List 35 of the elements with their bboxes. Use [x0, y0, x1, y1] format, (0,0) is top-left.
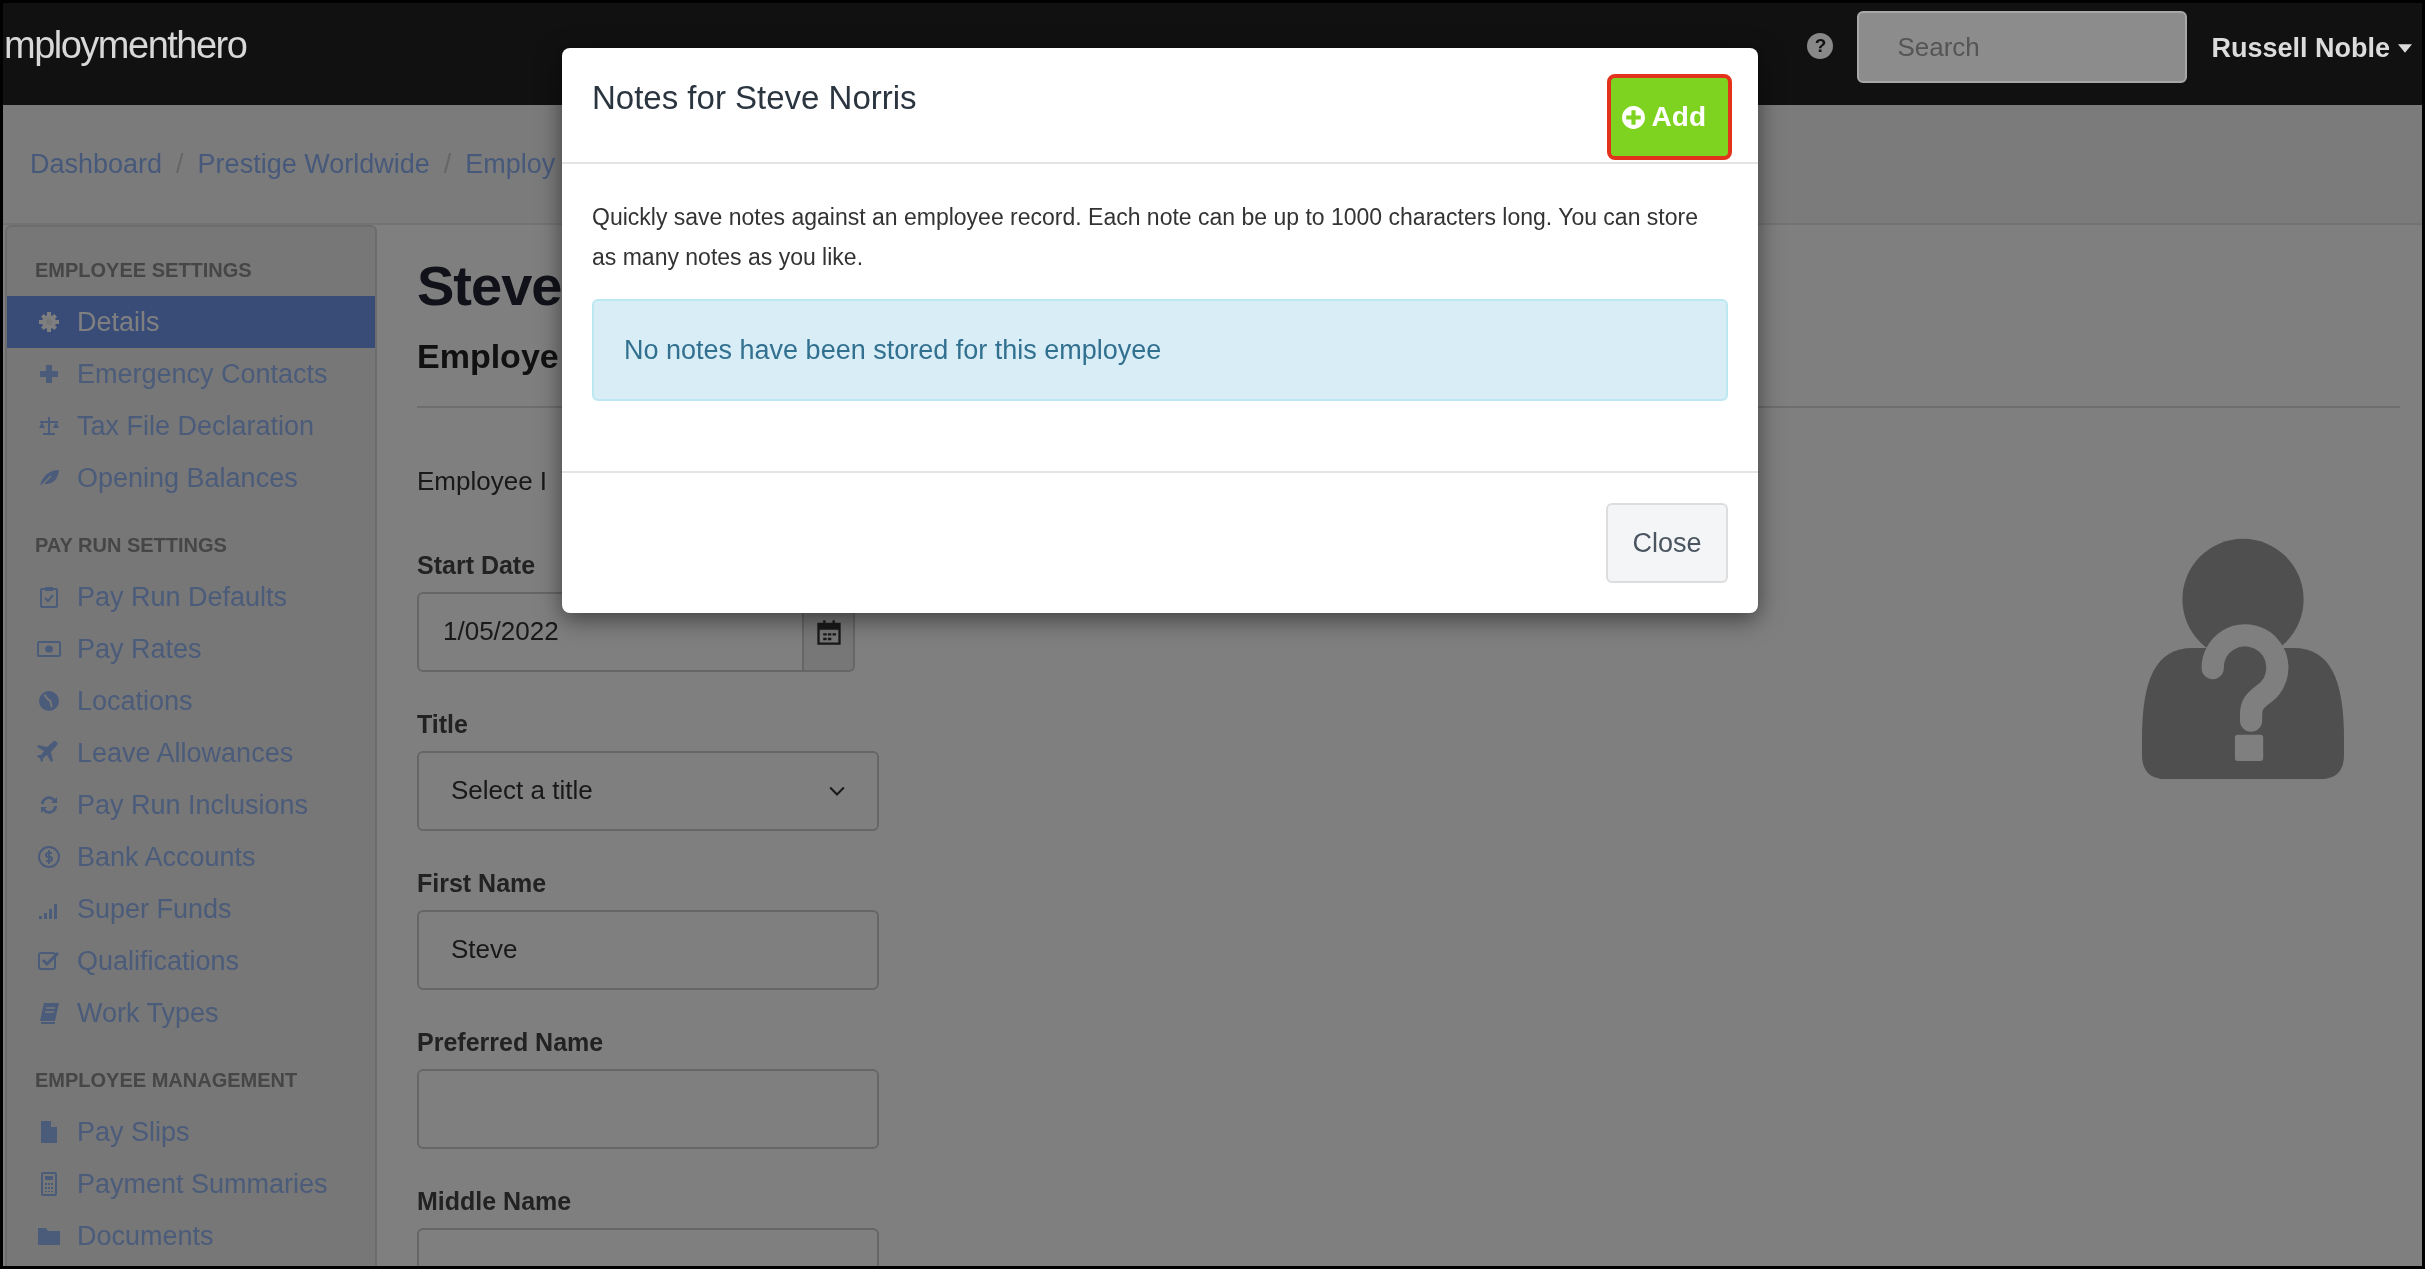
field-label: Preferred Name: [417, 1027, 605, 1057]
caret-down-icon: [2398, 43, 2412, 53]
checkbox-icon: [37, 949, 61, 973]
sidebar-item[interactable]: Details: [7, 296, 375, 348]
dialog-title: Notes for Steve Norris: [592, 79, 917, 117]
clipboard-icon: [37, 585, 61, 609]
logo: mploymenthero: [4, 23, 247, 67]
dialog-description: Quickly save notes against an employee record. Each note can be up to 1000 characters long. You can store as many notes as you like.: [592, 203, 1699, 272]
book-icon: [37, 1001, 61, 1025]
employee-name-heading: Steve: [417, 255, 562, 317]
globe-icon: [37, 689, 61, 713]
dollar-icon: [37, 845, 61, 869]
field-label: Middle Name: [417, 1186, 573, 1216]
chevron-down-icon: [829, 785, 845, 796]
section-heading: Employe: [417, 336, 559, 376]
add-button[interactable]: Add: [1606, 74, 1732, 160]
field-label: Title: [417, 709, 469, 739]
field-label: Start Date: [417, 550, 537, 580]
user-menu[interactable]: Russell Noble: [2211, 32, 2412, 64]
gear-icon: [37, 310, 61, 334]
text-field[interactable]: [417, 1068, 879, 1149]
text-field[interactable]: Steve: [417, 909, 879, 990]
close-button[interactable]: Close: [1606, 503, 1728, 583]
scales-icon: [37, 414, 61, 438]
title-select[interactable]: Select a title: [417, 750, 879, 831]
breadcrumb-separator: /: [176, 148, 184, 180]
field-label: First Name: [417, 868, 548, 898]
plus-circle-icon: [1620, 104, 1646, 130]
airplane-icon: [37, 741, 61, 765]
breadcrumb-separator: /: [443, 148, 452, 180]
plus-icon: [37, 362, 61, 386]
help-button[interactable]: ?: [1807, 33, 1834, 59]
calendar-icon: [814, 617, 843, 646]
field-label: Employee I: [417, 465, 548, 497]
empty-notes-alert: No notes have been stored for this employee: [592, 299, 1728, 401]
